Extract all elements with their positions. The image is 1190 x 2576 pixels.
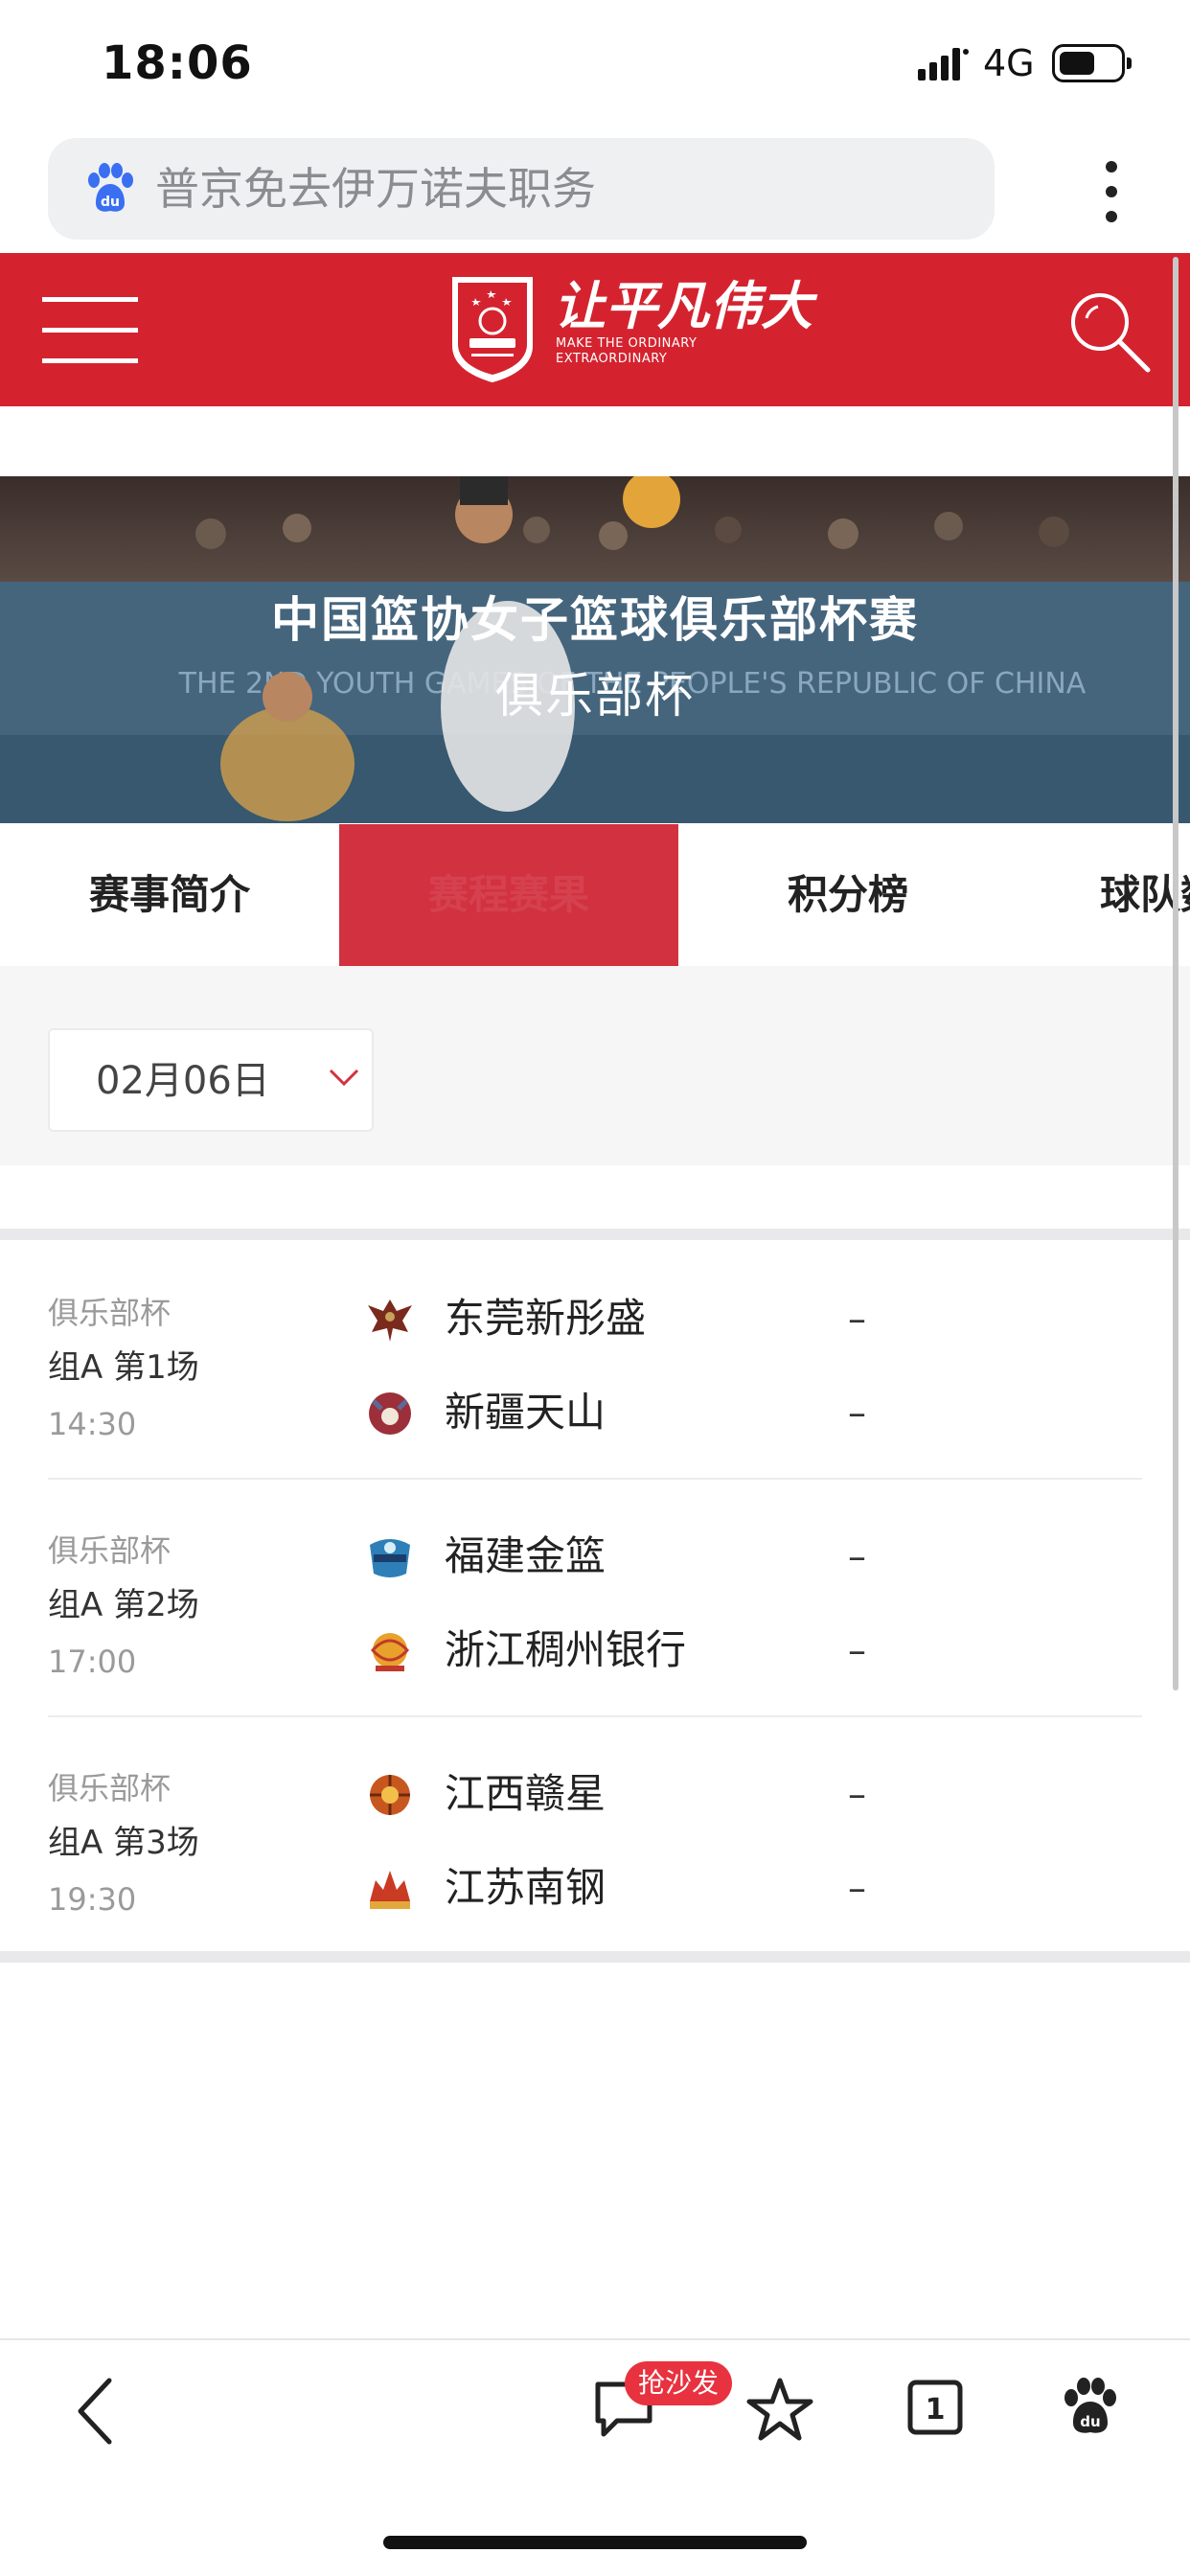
home-team-score: – [848,1773,866,1815]
banner-title: 中国篮协女子篮球俱乐部杯赛 [271,592,919,648]
away-team-name: 江苏南钢 [445,1864,606,1911]
match-round: 组A 第3场 [48,1824,199,1862]
banner-subtitle: 俱乐部杯 [495,668,695,724]
match-time: 17:00 [48,1644,137,1680]
tab-bar: 赛事简介 赛程赛果 积分榜 球队数据 [0,824,1190,966]
row-divider [48,1478,1142,1480]
team-logo-icon [370,1775,410,1815]
search-icon[interactable] [1065,288,1152,374]
tab-standings[interactable]: 积分榜 [678,824,1018,966]
baidu-home-icon[interactable]: du [1060,2375,1121,2436]
match-row[interactable]: 俱乐部杯 组A 第2场 17:00 福建金篮 – 浙江稠州银行 – [0,1531,1190,1769]
baidu-paw-icon: du [88,163,133,212]
match-event: 俱乐部杯 [48,1532,172,1569]
tab-count: 1 [926,2393,946,2426]
match-round: 组A 第1场 [48,1348,199,1387]
slogan-english-line-2: EXTRAORDINARY [556,352,668,366]
away-team-score: – [848,1629,866,1671]
match-row[interactable]: 俱乐部杯 组A 第3场 19:30 江西赣星 – 江苏南钢 – [0,1769,1190,2007]
status-time: 18:06 [102,36,253,90]
favorite-star-icon[interactable] [745,2375,814,2444]
hamburger-menu-icon[interactable] [42,293,138,366]
battery-icon [1052,44,1132,82]
search-query-text[interactable]: 普京免去伊万诺夫职务 [155,161,596,217]
tab-schedule-results[interactable]: 赛程赛果 [339,824,678,966]
home-team-score: – [848,1298,866,1340]
home-team-name: 江西赣星 [445,1770,606,1817]
match-time: 19:30 [48,1881,137,1918]
slogan-english: MAKE THE ORDINARY EXTRAORDINARY [556,336,697,367]
away-team-name: 浙江稠州银行 [445,1626,687,1673]
tab-count-icon[interactable]: 1 [906,2379,964,2436]
more-options-icon[interactable] [1092,157,1131,226]
date-dropdown-value[interactable]: 02月06日 [96,1057,270,1105]
row-divider [48,1715,1142,1717]
home-team-score: – [848,1535,866,1577]
match-event: 俱乐部杯 [48,1770,172,1806]
home-team-name: 东莞新彤盛 [445,1295,647,1342]
slogan-english-line-1: MAKE THE ORDINARY [556,336,698,351]
slogan-chinese: 让平凡伟大 [554,276,812,336]
tab-team-stats[interactable]: 球队数据 [1018,824,1190,966]
away-team-score: – [848,1867,866,1909]
cba-logo[interactable] [446,271,538,384]
chevron-down-icon[interactable] [328,1066,360,1089]
away-team-score: – [848,1392,866,1434]
comment-badge[interactable]: 抢沙发 [625,2361,733,2405]
scrollbar[interactable] [1173,257,1179,1690]
home-team-name: 福建金篮 [445,1532,606,1579]
team-logo-icon [369,1392,411,1435]
svg-text:du: du [101,195,120,210]
match-row[interactable]: 俱乐部杯 组A 第1场 14:30 东莞新彤盛 – 新疆天山 – [0,1294,1190,1531]
section-divider [0,1229,1190,1240]
signal-strength-icon [918,48,969,80]
match-event: 俱乐部杯 [48,1295,172,1331]
team-logo-icon [370,1539,410,1577]
match-time: 14:30 [48,1406,137,1442]
section-divider [0,1951,1190,1963]
tab-event-intro[interactable]: 赛事简介 [0,824,339,966]
back-arrow-icon[interactable] [71,2373,119,2450]
away-team-name: 新疆天山 [445,1389,606,1436]
team-logo-icon [368,1300,412,1342]
svg-text:du: du [1080,2413,1100,2430]
network-type: 4G [983,42,1035,84]
home-indicator[interactable] [383,2536,807,2549]
team-logo-icon [370,1633,410,1671]
team-logo-icon [370,1871,410,1909]
match-round: 组A 第2场 [48,1586,199,1624]
